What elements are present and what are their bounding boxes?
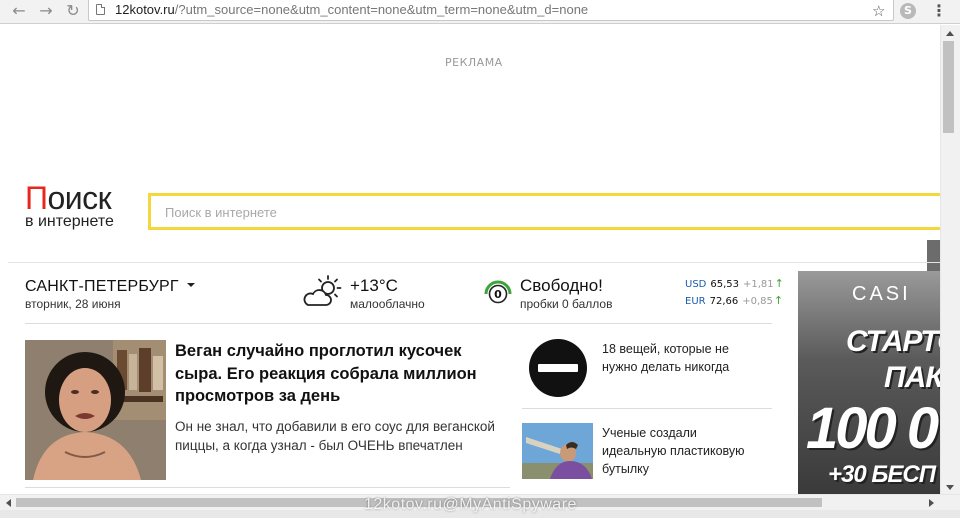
search-input[interactable]: [165, 202, 865, 222]
arrow-up-icon: ↑: [774, 277, 784, 290]
ad-label: РЕКЛАМА: [445, 56, 503, 69]
scroll-right-icon[interactable]: [929, 499, 934, 507]
bookmark-star-icon[interactable]: ☆: [872, 1, 885, 21]
no-entry-icon[interactable]: [528, 338, 588, 398]
weather-condition: малооблачно: [350, 297, 425, 311]
url-text[interactable]: 12kotov.ru/?utm_source=none&utm_content=…: [115, 1, 588, 18]
logo-word: оиск: [47, 180, 112, 216]
search-logo[interactable]: Поиск в интернете: [25, 182, 114, 230]
vertical-scrollbar[interactable]: [940, 25, 960, 494]
main-story-title[interactable]: Веган случайно проглотил кусочек сыра. Е…: [175, 340, 510, 408]
scroll-left-icon[interactable]: [6, 499, 11, 507]
info-divider: [25, 323, 772, 324]
watermark: 12kotov.ru@MyAntiSpyware: [364, 496, 577, 513]
address-bar[interactable]: 12kotov.ru/?utm_source=none&utm_content=…: [88, 0, 894, 21]
ad-line-4: +30 БЕСП: [828, 461, 936, 488]
casino-ad-banner[interactable]: CASI СТАРТО ПАКІ 100 0 +30 БЕСП: [798, 271, 940, 494]
extension-icon[interactable]: S: [900, 3, 916, 19]
scroll-up-icon[interactable]: [946, 31, 954, 36]
side-story-divider: [522, 408, 772, 409]
side-story-title[interactable]: Ученые создали идеальную пластиковую бут…: [602, 424, 762, 478]
logo-subtitle: в интернете: [25, 213, 114, 230]
vertical-scroll-thumb[interactable]: [943, 41, 954, 133]
ad-line-3: 100 0: [806, 396, 939, 461]
reload-icon[interactable]: ↻: [62, 1, 84, 21]
traffic-score: 0: [494, 288, 502, 301]
main-story-photo[interactable]: [25, 340, 166, 480]
temperature[interactable]: +13°C: [350, 276, 398, 296]
scroll-down-icon[interactable]: [946, 485, 954, 490]
traffic-gauge-icon[interactable]: 0: [482, 276, 514, 308]
ad-line-2: ПАКІ: [884, 361, 940, 394]
rate-eur[interactable]: EUR 72,66 +0,85↑: [685, 295, 783, 308]
back-arrow-icon[interactable]: ←: [8, 1, 30, 21]
ad-brand: CASI: [852, 283, 911, 305]
search-box: [148, 193, 948, 230]
forward-arrow-icon[interactable]: →: [35, 1, 57, 21]
arrow-up-icon: ↑: [773, 294, 784, 307]
logo-first-letter: П: [25, 180, 48, 216]
city-selector[interactable]: САНКТ-ПЕТЕРБУРГ: [25, 277, 195, 297]
side-story-photo[interactable]: [522, 423, 593, 479]
traffic-subtitle: пробки 0 баллов: [520, 297, 613, 311]
ad-line-1: СТАРТО: [846, 325, 940, 358]
rate-usd[interactable]: USD 65,53 +1,81↑: [685, 278, 784, 291]
main-story-divider: [25, 487, 510, 488]
browser-menu-icon[interactable]: ⋮: [931, 1, 947, 21]
chevron-down-icon: [186, 282, 195, 287]
page-icon: [96, 4, 105, 15]
date-text: вторник, 28 июня: [25, 297, 121, 311]
browser-toolbar: ← → ↻ 12kotov.ru/?utm_source=none&utm_co…: [0, 0, 960, 24]
traffic-title[interactable]: Свободно!: [520, 276, 603, 296]
side-story-title[interactable]: 18 вещей, которые не нужно делать никогд…: [602, 340, 762, 376]
header-divider: [8, 262, 940, 263]
partly-cloudy-icon: [303, 275, 342, 306]
main-story-lead[interactable]: Он не знал, что добавили в его соус для …: [175, 417, 510, 455]
